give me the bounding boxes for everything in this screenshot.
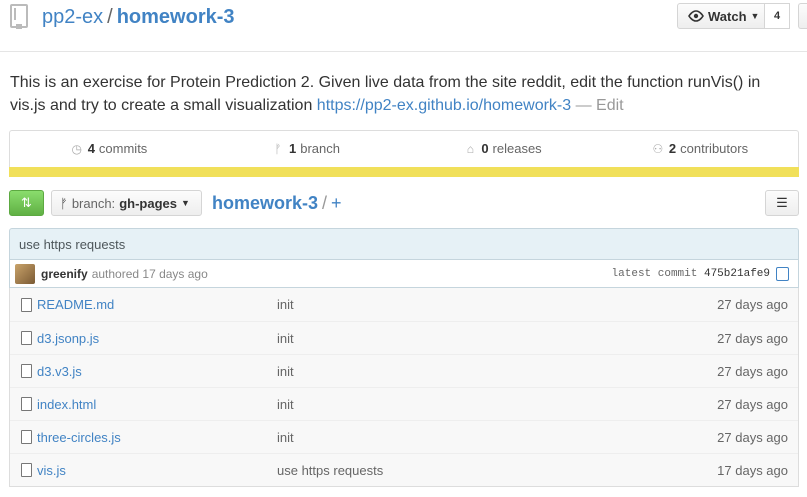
file-commit-message[interactable]: init xyxy=(277,397,294,412)
breadcrumb-separator: / xyxy=(322,193,328,213)
file-icon xyxy=(21,331,32,345)
file-age: 27 days ago xyxy=(717,429,788,445)
new-file-button[interactable]: + xyxy=(331,193,342,213)
commits-label: commits xyxy=(98,141,148,156)
table-row: three-circles.js init 27 days ago xyxy=(10,420,798,453)
file-name-link[interactable]: README.md xyxy=(37,297,114,312)
contributors-count: 2 xyxy=(668,141,677,156)
breadcrumb-root-link[interactable]: homework-3 xyxy=(212,193,318,213)
file-icon xyxy=(21,297,32,312)
repo-owner-link[interactable]: pp2-ex xyxy=(42,6,103,28)
latest-commit-meta: greenify authored 17 days ago latest com… xyxy=(9,260,799,288)
git-branch-icon: ᚠ xyxy=(60,195,68,211)
file-icon xyxy=(21,430,32,444)
file-commit-message[interactable]: init xyxy=(277,430,294,445)
watch-label: Watch xyxy=(708,8,747,24)
file-name-link[interactable]: d3.v3.js xyxy=(37,364,82,379)
compare-icon: ⇅ xyxy=(21,195,32,210)
homepage-link[interactable]: https://pp2-ex.github.io/homework-3 xyxy=(317,97,571,114)
table-row: d3.v3.js init 27 days ago xyxy=(10,354,798,387)
language-bar[interactable] xyxy=(9,167,799,177)
file-age: 17 days ago xyxy=(717,462,788,478)
caret-down-icon: ▼ xyxy=(750,11,760,21)
repo-title: pp2-ex / homework-3 xyxy=(42,5,235,29)
branch-select-label: branch: xyxy=(71,195,116,211)
list-icon: ☰ xyxy=(776,195,788,210)
description-separator: — xyxy=(571,97,597,114)
table-row: d3.jsonp.js init 27 days ago xyxy=(10,321,798,354)
file-icon xyxy=(21,397,32,411)
branch-count: 1 xyxy=(289,141,297,156)
file-age: 27 days ago xyxy=(717,330,788,346)
caret-down-icon: ▼ xyxy=(180,198,190,208)
edit-description-link[interactable]: Edit xyxy=(596,97,624,114)
star-button-edge[interactable] xyxy=(798,3,807,29)
file-icon xyxy=(21,364,32,378)
commits-count: 4 xyxy=(87,141,95,156)
latest-commit-message[interactable]: use https requests xyxy=(9,228,799,260)
watch-count[interactable]: 4 xyxy=(765,3,790,29)
file-commit-message[interactable]: init xyxy=(277,331,294,346)
file-name-link[interactable]: vis.js xyxy=(37,463,66,478)
git-branch-icon: ᚠ xyxy=(274,141,282,156)
repo-header: pp2-ex / homework-3 Watch ▼ 4 xyxy=(0,0,807,52)
avatar[interactable] xyxy=(15,263,35,284)
latest-commit-label: latest commit 475b21afe9 xyxy=(612,268,770,280)
branch-select[interactable]: ᚠ branch: gh-pages ▼ xyxy=(51,190,202,216)
file-age: 27 days ago xyxy=(717,363,788,379)
commit-sha-link[interactable]: 475b21afe9 xyxy=(704,268,770,280)
clipboard-icon[interactable] xyxy=(776,266,789,281)
file-name-link[interactable]: d3.jsonp.js xyxy=(37,331,99,346)
file-name-link[interactable]: index.html xyxy=(37,397,96,412)
file-list: README.md init 27 days ago d3.jsonp.js i… xyxy=(9,288,799,487)
repo-name-link[interactable]: homework-3 xyxy=(117,6,235,28)
organization-icon: ⚇ xyxy=(652,141,664,156)
repo-description: This is an exercise for Protein Predicti… xyxy=(10,71,800,117)
file-name-link[interactable]: three-circles.js xyxy=(37,430,121,445)
file-age: 27 days ago xyxy=(717,297,788,312)
history-icon: ◷ xyxy=(71,141,82,156)
latest-commit-text: latest commit xyxy=(611,267,698,280)
table-row: vis.js use https requests 17 days ago xyxy=(10,453,798,486)
file-age: 27 days ago xyxy=(717,396,788,412)
breadcrumb: homework-3/+ xyxy=(212,191,342,215)
eye-icon xyxy=(688,10,704,22)
tag-icon: ⌂ xyxy=(466,141,474,156)
repo-icon xyxy=(10,4,28,29)
releases-count: 0 xyxy=(481,141,489,156)
list-view-button[interactable]: ☰ xyxy=(765,190,799,216)
watch-button[interactable]: Watch ▼ xyxy=(677,3,765,29)
branch-select-value: gh-pages xyxy=(119,195,177,211)
releases-label: releases xyxy=(492,141,542,156)
table-row: README.md init 27 days ago xyxy=(10,288,798,321)
commit-author-link[interactable]: greenify xyxy=(41,267,88,281)
file-commit-message[interactable]: init xyxy=(277,297,294,312)
file-commit-message[interactable]: use https requests xyxy=(277,463,383,478)
file-icon xyxy=(21,463,32,477)
table-row: index.html init 27 days ago xyxy=(10,387,798,420)
branch-label: branch xyxy=(300,141,340,156)
commit-authored-time: authored 17 days ago xyxy=(91,266,208,281)
repo-title-separator: / xyxy=(107,6,113,28)
compare-button[interactable]: ⇅ xyxy=(9,190,44,216)
contributors-label: contributors xyxy=(680,141,749,156)
file-commit-message[interactable]: init xyxy=(277,364,294,379)
